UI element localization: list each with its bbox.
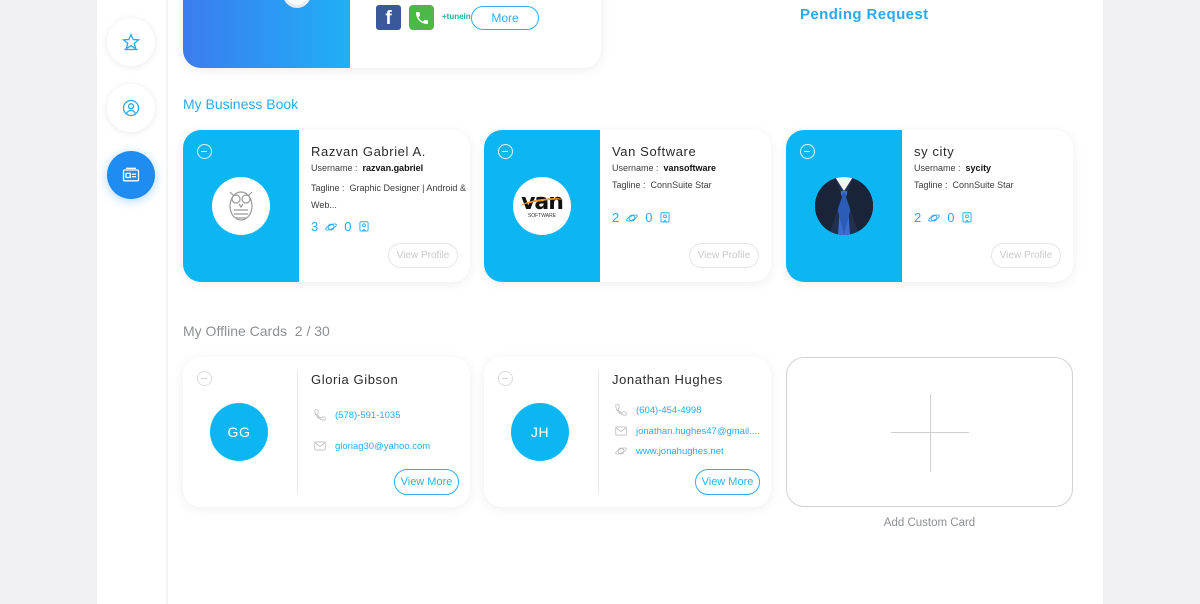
business-card[interactable]: sy city Username : sycity Tagline : Conn… [786,130,1073,282]
offline-card-name: Jonathan Hughes [612,372,723,387]
mail-icon [314,441,326,451]
remove-card-icon[interactable] [800,144,815,159]
website-value[interactable]: www.jonahughes.net [636,446,724,457]
business-card-header [786,130,902,282]
card-stats: 2 0 [612,210,672,225]
stat-count-b: 0 [344,219,352,234]
phone-value[interactable]: (604)-454-4998 [636,405,702,416]
website-row: www.jonahughes.net [614,444,724,458]
star-icon [121,32,141,51]
user-circle-icon [122,99,140,117]
username-value: sycity [965,163,992,173]
email-row: gloriag30@yahoo.com [313,439,430,453]
view-profile-button[interactable]: View Profile [388,243,458,268]
offline-card[interactable]: GG Gloria Gibson (578)-591-1035 gloriag3… [183,357,470,507]
initials-avatar: JH [511,403,569,461]
bookmark-card-icon [660,211,671,223]
username-row: Username : sycity [914,163,992,173]
sidebar-divider [166,0,168,604]
planet-icon [325,222,338,231]
avatar-badge [283,0,311,8]
view-more-button[interactable]: View More [695,469,760,495]
view-profile-button[interactable]: View Profile [991,243,1061,268]
business-card-name: Van Software [612,144,697,159]
bookmark-card-icon [359,220,370,232]
card-stats: 3 0 [311,219,371,234]
tagline-row: Tagline : ConnSuite Star [914,180,1014,190]
card-divider [297,370,298,494]
add-custom-card-button[interactable] [786,357,1073,507]
mail-icon [615,426,627,436]
phone-icon[interactable] [409,5,434,30]
view-profile-button[interactable]: View Profile [689,243,759,268]
stat-count-b: 0 [947,210,955,225]
remove-card-icon[interactable] [197,371,212,386]
business-logo [212,177,270,235]
stat-count-b: 0 [645,210,653,225]
offline-card[interactable]: JH Jonathan Hughes (604)-454-4998 jonath… [484,357,771,507]
stat-count-a: 3 [311,219,319,234]
offline-cards-count: 2 / 30 [294,323,330,339]
username-value: vansoftware [663,163,717,173]
business-card[interactable]: Razvan Gabriel A. Username : razvan.gabr… [183,130,470,282]
main-panel [97,0,1103,604]
logo-subtext: SOFTWARE [527,213,557,219]
business-card-name: sy city [914,144,955,159]
business-card-header [183,130,299,282]
phone-icon [615,404,627,416]
remove-card-icon[interactable] [498,144,513,159]
stat-count-a: 2 [612,210,620,225]
planet-icon [615,447,627,455]
card-stats: 2 0 [914,210,974,225]
username-value: razvan.gabriel [362,163,424,173]
add-custom-card-label: Add Custom Card [883,517,976,529]
business-card-header: van SOFTWARE [484,130,600,282]
phone-value[interactable]: (578)-591-1035 [335,410,401,421]
tagline-row: Tagline : Graphic Designer | Android & W… [311,183,466,210]
business-logo [815,177,873,235]
sidebar-star-button[interactable] [107,18,155,66]
phone-row: (578)-591-1035 [313,408,401,422]
business-card[interactable]: van SOFTWARE Van Software Username : van… [484,130,771,282]
business-logo: van SOFTWARE [513,177,571,235]
tagline-value: ConnSuite Star [952,180,1014,190]
phone-icon [314,409,326,421]
plus-icon-vertical [930,394,931,472]
business-card-name: Razvan Gabriel A. [311,144,426,159]
planet-icon [626,213,639,222]
tagline-value: ConnSuite Star [650,180,712,190]
offline-cards-title: My Offline Cards 2 / 30 [183,323,330,339]
initials-avatar: GG [210,403,268,461]
email-value[interactable]: jonathan.hughes47@gmail.... [636,426,760,437]
remove-card-icon[interactable] [498,371,513,386]
profile-card-header [183,0,350,68]
tagline-row: Tagline : ConnSuite Star [612,180,712,190]
sidebar-profile-button[interactable] [107,84,155,132]
facebook-icon[interactable]: f [376,5,401,30]
pending-request-link[interactable]: Pending Request [800,6,929,23]
more-button[interactable]: More [471,6,539,30]
sidebar-business-book-button[interactable] [107,151,155,199]
stat-count-a: 2 [914,210,922,225]
business-book-title: My Business Book [183,96,299,112]
tunein-icon[interactable]: +tunein [442,12,471,21]
planet-icon [928,213,941,222]
remove-card-icon[interactable] [197,144,212,159]
email-value[interactable]: gloriag30@yahoo.com [335,441,430,452]
contact-card-icon [122,167,140,182]
email-row: jonathan.hughes47@gmail.... [614,424,760,438]
phone-row: (604)-454-4998 [614,403,702,417]
card-divider [598,370,599,494]
offline-card-name: Gloria Gibson [311,372,399,387]
view-more-button[interactable]: View More [394,469,459,495]
bookmark-card-icon [962,211,973,223]
username-row: Username : razvan.gabriel [311,163,424,173]
username-row: Username : vansoftware [612,163,717,173]
